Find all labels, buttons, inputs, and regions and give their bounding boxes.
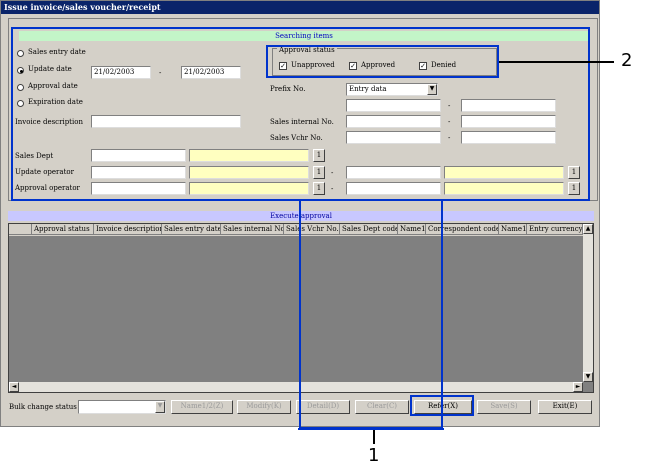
callout-1-line <box>298 428 444 430</box>
row-selector-header <box>9 224 32 235</box>
exit-button[interactable]: Exit(E) <box>538 400 592 414</box>
save-button[interactable]: Save(S) <box>477 400 531 414</box>
bulk-status-dropdown-icon[interactable]: ▼ <box>155 401 165 413</box>
scroll-left-icon[interactable]: ◄ <box>9 382 19 392</box>
scroll-up-icon[interactable]: ▲ <box>583 224 593 234</box>
callout-1-number: 1 <box>368 445 380 466</box>
column-header[interactable]: Sales entry date <box>162 224 221 235</box>
horizontal-scrollbar[interactable]: ◄ ► <box>9 382 583 392</box>
name-button[interactable]: Name1/2(Z) <box>171 400 233 414</box>
callout-2-leader <box>499 61 614 63</box>
approval-status-highlight <box>266 45 499 78</box>
scroll-right-icon[interactable]: ► <box>573 382 583 392</box>
callout-1-leader <box>373 430 375 444</box>
column-header[interactable]: Sales internal No. <box>221 224 284 235</box>
bulk-change-status-label: Bulk change status <box>9 403 77 411</box>
window-title: Issue invoice/sales voucher/receipt <box>1 1 599 14</box>
column-header[interactable]: Invoice description <box>94 224 162 235</box>
callout-1-bracket <box>299 201 443 429</box>
column-header[interactable]: Approval status <box>32 224 94 235</box>
column-header[interactable]: Name1 <box>499 224 527 235</box>
bulk-change-status-select[interactable] <box>78 400 166 414</box>
column-header[interactable]: Entry currency <box>527 224 583 235</box>
scroll-down-icon[interactable]: ▼ <box>583 372 593 382</box>
vertical-scrollbar[interactable]: ▲ ▼ <box>583 224 593 382</box>
modify-button[interactable]: Modify(K) <box>237 400 291 414</box>
callout-2-number: 2 <box>621 50 633 71</box>
